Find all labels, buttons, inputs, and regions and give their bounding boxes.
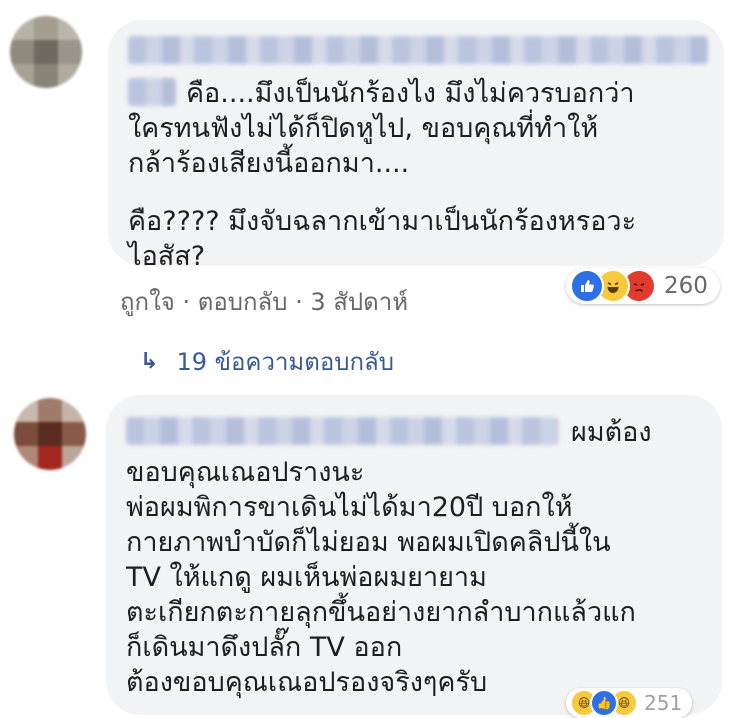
comment-bubble: คือ....มึงเป็นนักร้องไง มึงไม่ควรบอกว่าใ… bbox=[108, 20, 724, 272]
reactions-summary[interactable]: 260 bbox=[566, 268, 720, 304]
commenter-name-redacted[interactable] bbox=[126, 417, 558, 445]
like-link[interactable]: ถูกใจ bbox=[120, 288, 175, 316]
separator-dot: · bbox=[295, 288, 311, 316]
comment-text-lead: คือ....มึงเป็นนักร้องไง มึงไม่ควรบอกว่า bbox=[186, 78, 635, 109]
separator-dot: · bbox=[182, 288, 198, 316]
avatar[interactable] bbox=[10, 16, 82, 88]
comment-actions: ถูกใจ · ตอบกลับ · 3 สัปดาห์ bbox=[120, 282, 408, 321]
reactions-summary[interactable]: 😆 👍 😆 251 bbox=[566, 688, 693, 718]
view-replies-link[interactable]: ↳ 19 ข้อความตอบกลับ bbox=[140, 342, 394, 381]
like-icon: 👍 bbox=[590, 689, 618, 717]
reply-link[interactable]: ตอบกลับ bbox=[198, 288, 288, 316]
comment-text-lead: ผมต้อง bbox=[571, 417, 652, 448]
like-icon bbox=[570, 269, 604, 303]
comment-bubble: ผมต้อง ขอบคุณเณอปรางนะ พ่อผมพิการขาเดินไ… bbox=[106, 395, 722, 715]
comment-text: คือ....มึงเป็นนักร้องไง มึงไม่ควรบอกว่าใ… bbox=[128, 76, 713, 181]
commenter-name-redacted[interactable] bbox=[128, 36, 708, 64]
reaction-count: 260 bbox=[664, 273, 708, 299]
reply-arrow-icon: ↳ bbox=[140, 349, 159, 374]
replies-count-label: 19 ข้อความตอบกลับ bbox=[176, 348, 394, 376]
comment-text-2: คือ???? มึงจับฉลากเข้ามาเป็นนักร้องหรอวะ… bbox=[128, 206, 637, 272]
comment-text-body: ใครทนฟังไม่ได้ก็ปิดหูไป, ขอบคุณที่ทำให้ … bbox=[128, 113, 599, 179]
timestamp[interactable]: 3 สัปดาห์ bbox=[310, 288, 408, 316]
avatar[interactable] bbox=[14, 398, 86, 470]
comment-text: ขอบคุณเณอปรางนะ พ่อผมพิการขาเดินไม่ได้มา… bbox=[126, 457, 636, 698]
reaction-count: 251 bbox=[644, 691, 683, 715]
